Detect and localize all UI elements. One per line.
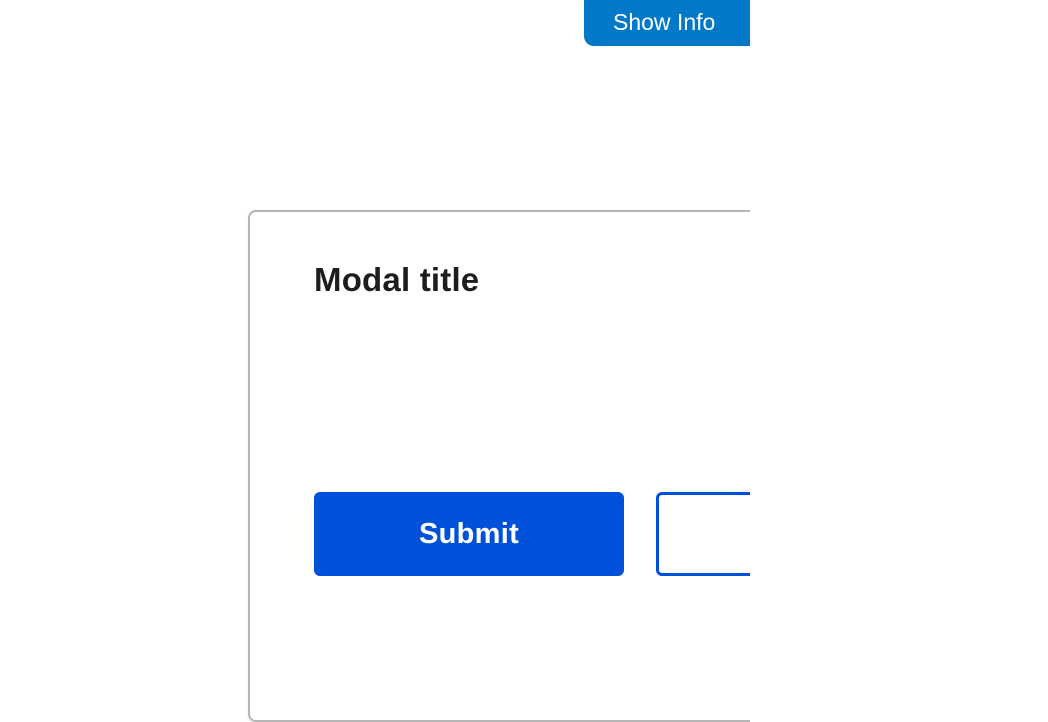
modal-title: Modal title bbox=[314, 261, 480, 298]
show-info-button[interactable]: Show Info bbox=[584, 0, 750, 46]
submit-button[interactable]: Submit bbox=[314, 492, 624, 576]
modal-body bbox=[314, 322, 750, 472]
secondary-button[interactable] bbox=[656, 492, 750, 576]
modal-dialog: Modal title Submit bbox=[248, 210, 750, 722]
page-viewport: Show Info Modal title Submit bbox=[0, 0, 750, 722]
